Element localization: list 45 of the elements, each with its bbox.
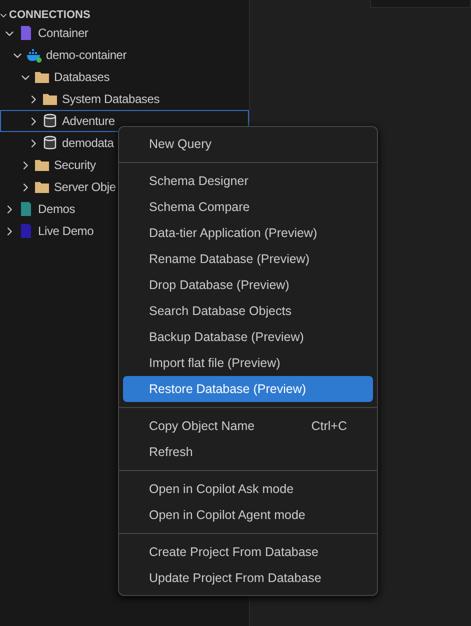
tree-item[interactable]: Demos	[38, 200, 76, 218]
folder-icon	[34, 157, 50, 173]
menu-item[interactable]: Refresh	[123, 439, 373, 465]
folder-icon	[34, 179, 50, 195]
shortcut-label: Ctrl+C	[311, 418, 347, 435]
tree-item[interactable]: Databases	[54, 68, 110, 86]
chevron-right-icon[interactable]	[5, 226, 14, 236]
chevron-right-icon[interactable]	[5, 204, 14, 214]
menu-item[interactable]: Search Database Objects	[123, 298, 373, 324]
tree-item[interactable]: demodata	[62, 134, 114, 152]
chevron-right-icon[interactable]	[21, 160, 30, 170]
menu-item[interactable]: Backup Database (Preview)	[123, 324, 373, 350]
database-icon	[42, 135, 58, 151]
folder-icon	[42, 91, 58, 107]
menu-item[interactable]: Restore Database (Preview)	[123, 376, 373, 402]
section-title[interactable]: CONNECTIONS	[9, 6, 90, 24]
whale-icon	[26, 47, 42, 63]
chevron-right-icon[interactable]	[21, 182, 30, 192]
menu-item[interactable]: Import flat file (Preview)	[123, 350, 373, 376]
menu-item[interactable]: New Query	[123, 131, 373, 157]
menu-item[interactable]: Create Project From Database	[123, 539, 373, 565]
tree-item[interactable]: System Databases	[62, 90, 160, 108]
menu-item[interactable]: Copy Object Name Ctrl+C	[123, 413, 373, 439]
menu-item[interactable]: Data-tier Application (Preview)	[123, 220, 373, 246]
chevron-right-icon[interactable]	[29, 94, 38, 104]
chevron-right-icon[interactable]	[29, 138, 38, 148]
menu-item[interactable]: Schema Compare	[123, 194, 373, 220]
tree-item[interactable]: Container	[38, 24, 88, 42]
tree-item[interactable]: Server Obje	[54, 178, 116, 196]
menu-item[interactable]: Open in Copilot Agent mode	[123, 502, 373, 528]
chevron-down-icon[interactable]	[5, 28, 14, 38]
tree-item[interactable]: Security	[54, 156, 96, 174]
menu-item[interactable]: Drop Database (Preview)	[123, 272, 373, 298]
chevron-down-icon[interactable]	[21, 72, 30, 82]
database-icon	[42, 113, 58, 129]
menu-item[interactable]: Update Project From Database	[123, 565, 373, 591]
menu-item[interactable]: Open in Copilot Ask mode	[123, 476, 373, 502]
chevron-right-icon[interactable]	[29, 116, 38, 126]
tree-item[interactable]: Adventure	[62, 112, 115, 130]
tree-item[interactable]: demo-container	[46, 46, 127, 64]
menu-item[interactable]: Schema Designer	[123, 168, 373, 194]
tree-item[interactable]: Live Demo	[38, 222, 94, 240]
menu-item[interactable]: Rename Database (Preview)	[123, 246, 373, 272]
chevron-down-icon[interactable]	[13, 50, 22, 60]
folder-icon	[34, 69, 50, 85]
